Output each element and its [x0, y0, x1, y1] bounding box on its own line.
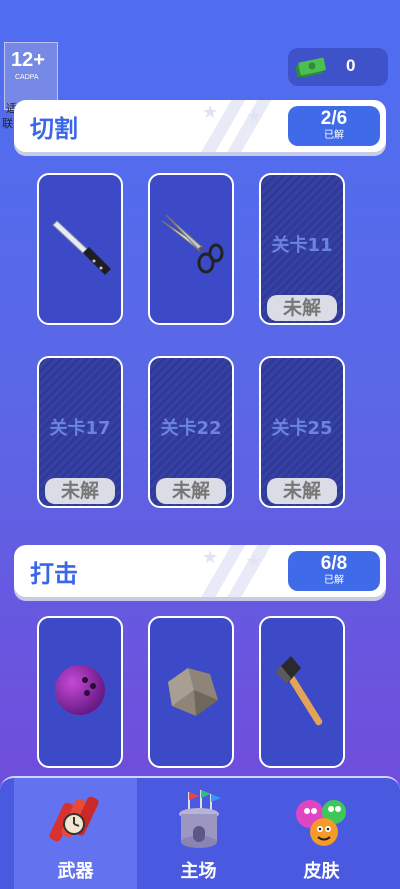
card-lock-label: 未解: [156, 478, 226, 504]
weapon-card-locked[interactable]: 关卡22 未解: [148, 356, 234, 508]
weapon-card-scissors[interactable]: [148, 173, 234, 325]
card-lock-label: 未解: [45, 478, 115, 504]
progress-value: 2/6: [320, 108, 348, 129]
card-level-label: 关卡11: [271, 235, 333, 256]
nav-tab-skins[interactable]: 皮肤: [260, 778, 383, 889]
scissors-icon: [161, 214, 224, 274]
nav-label: 主场: [180, 861, 217, 882]
progress-badge: 2/6 已解: [288, 106, 380, 146]
weapon-card-locked[interactable]: 关卡25 未解: [259, 356, 345, 508]
age-rating-number: 12+: [11, 49, 45, 71]
card-level-label: 关卡22: [160, 418, 222, 439]
axe-icon: [275, 656, 323, 726]
star-icon: ★: [202, 547, 219, 568]
bowling-ball-icon: [55, 665, 105, 715]
progress-label: 已解: [324, 130, 344, 141]
nav-tab-home[interactable]: 主场: [137, 778, 260, 889]
weapon-card-axe[interactable]: [259, 616, 345, 768]
dynamite-icon: [49, 796, 99, 842]
card-level-label: 关卡17: [49, 418, 111, 439]
section-title: 打击: [30, 560, 78, 588]
cash-icon: [295, 57, 326, 77]
weapon-card-knife[interactable]: [37, 173, 123, 325]
card-lock-label: 未解: [267, 295, 337, 321]
nav-label: 皮肤: [303, 861, 340, 882]
nav-tab-weapons[interactable]: 武器: [14, 778, 137, 889]
weapon-card-locked[interactable]: 关卡11 未解: [259, 173, 345, 325]
nav-label: 武器: [57, 861, 94, 882]
progress-value: 6/8: [320, 553, 348, 574]
section-banner-cut: ★ ★ 切割 2/6 已解: [14, 100, 386, 152]
progress-label: 已解: [324, 575, 344, 586]
card-lock-label: 未解: [267, 478, 337, 504]
star-icon: ★: [246, 106, 263, 127]
weapon-card-bowling-ball[interactable]: [37, 616, 123, 768]
age-rating-org: CADPA: [15, 74, 39, 81]
rock-icon: [168, 668, 218, 716]
weapon-card-rock[interactable]: [148, 616, 234, 768]
knife-icon: [52, 220, 111, 275]
star-icon: ★: [246, 551, 263, 572]
star-icon: ★: [202, 102, 219, 123]
card-level-label: 关卡25: [271, 418, 333, 439]
bottom-nav: 武器 主场 皮肤: [0, 776, 400, 889]
section-banner-strike: ★ ★ 打击 6/8 已解: [14, 545, 386, 597]
currency-value: 0: [346, 56, 356, 75]
progress-badge: 6/8 已解: [288, 551, 380, 591]
weapon-card-locked[interactable]: 关卡17 未解: [37, 356, 123, 508]
currency-display: 0: [288, 48, 388, 86]
blobs-icon: [296, 800, 346, 846]
castle-icon: [179, 790, 221, 848]
section-title: 切割: [30, 115, 78, 143]
